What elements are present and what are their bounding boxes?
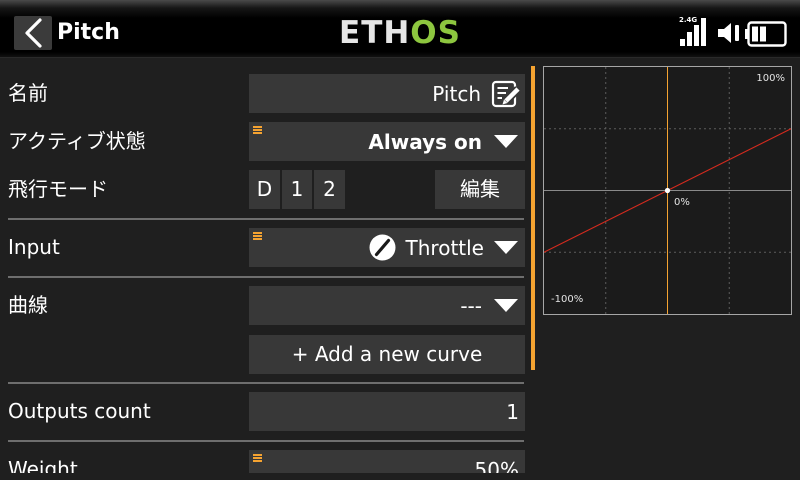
curve-label: 曲線 <box>8 293 48 317</box>
edit-icon <box>491 80 521 107</box>
options-marker-icon <box>253 232 262 241</box>
analog-source-icon <box>369 234 396 261</box>
marker-line <box>253 129 262 131</box>
weight-value: 50% <box>474 457 519 474</box>
divider <box>8 276 524 278</box>
flight-mode-button-2[interactable]: 2 <box>314 170 345 209</box>
active-condition-value: Always on <box>368 129 482 154</box>
speaker-icon <box>718 23 739 43</box>
curve-graph-canvas <box>544 67 791 314</box>
marker-line <box>253 454 262 456</box>
signal-bar <box>701 18 706 46</box>
divider <box>8 382 524 384</box>
chevron-stroke <box>25 18 42 48</box>
curve-value: --- <box>460 293 482 318</box>
name-value: Pitch <box>432 81 481 106</box>
marker-line <box>253 132 262 134</box>
back-button[interactable] <box>14 16 52 50</box>
marker-line <box>253 457 262 459</box>
options-marker-icon <box>253 454 262 463</box>
scrollbar-thumb[interactable] <box>531 66 535 370</box>
speaker-cone <box>718 23 731 43</box>
add-curve-button[interactable]: + Add a new curve <box>249 335 525 374</box>
signal-bar <box>694 25 699 46</box>
divider <box>8 440 524 442</box>
marker-line <box>253 460 262 462</box>
flight-mode-button-1[interactable]: 1 <box>282 170 312 209</box>
options-marker-icon <box>253 126 262 135</box>
curve-graph: 100% 0% -100% <box>543 66 792 315</box>
battery-level-bar <box>760 26 766 42</box>
ethos-logo: ETHOS <box>329 13 471 53</box>
page-title: Pitch <box>57 20 120 45</box>
battery-icon <box>745 21 787 47</box>
signal-bar <box>680 39 685 46</box>
flight-modes-edit-button[interactable]: 編集 <box>435 170 525 209</box>
signal-band-label: 2.4G <box>679 16 698 24</box>
graph-min-label: -100% <box>551 294 584 305</box>
caret-down-icon <box>494 135 518 148</box>
battery-level-bar <box>752 26 758 42</box>
weight-field[interactable]: 50% <box>249 450 525 473</box>
marker-line <box>253 235 262 237</box>
curve-dropdown[interactable]: --- <box>249 286 525 325</box>
outputs-count-field[interactable]: 1 <box>249 392 525 431</box>
input-source-value: Throttle <box>405 235 484 260</box>
chevron-left-icon <box>25 18 42 48</box>
screen: Pitch ETHOS 2.4G 名前 Pitch アクティブ状態 Always… <box>0 0 800 480</box>
logo-part-eth: ETH <box>339 15 411 51</box>
speaker-volume-bar <box>735 25 739 41</box>
curve-point-marker <box>664 187 671 194</box>
outputs-count-label: Outputs count <box>8 399 151 423</box>
input-label: Input <box>8 235 60 259</box>
divider <box>8 218 524 220</box>
outputs-count-value: 1 <box>506 399 519 424</box>
flight-modes-label: 飛行モード <box>8 177 108 201</box>
name-field[interactable]: Pitch <box>249 74 525 113</box>
signal-bar <box>687 32 692 46</box>
weight-label: Weight <box>8 457 78 473</box>
input-source-dropdown[interactable]: Throttle <box>249 228 525 267</box>
flight-mode-button-d[interactable]: D <box>249 170 280 209</box>
caret-down-icon <box>494 299 518 312</box>
active-condition-dropdown[interactable]: Always on <box>249 122 525 161</box>
marker-line <box>253 232 262 234</box>
graph-center-label: 0% <box>674 197 690 208</box>
marker-line <box>253 238 262 240</box>
graph-max-label: 100% <box>756 73 785 84</box>
active-condition-label: アクティブ状態 <box>8 129 146 153</box>
header-bar: Pitch ETHOS 2.4G <box>0 0 800 58</box>
logo-part-os: OS <box>410 15 461 51</box>
mixer-settings-form: 名前 Pitch アクティブ状態 Always on 飛行モード D 1 2 編… <box>0 58 530 473</box>
marker-line <box>253 126 262 128</box>
caret-down-icon <box>494 241 518 254</box>
name-label: 名前 <box>8 81 48 105</box>
